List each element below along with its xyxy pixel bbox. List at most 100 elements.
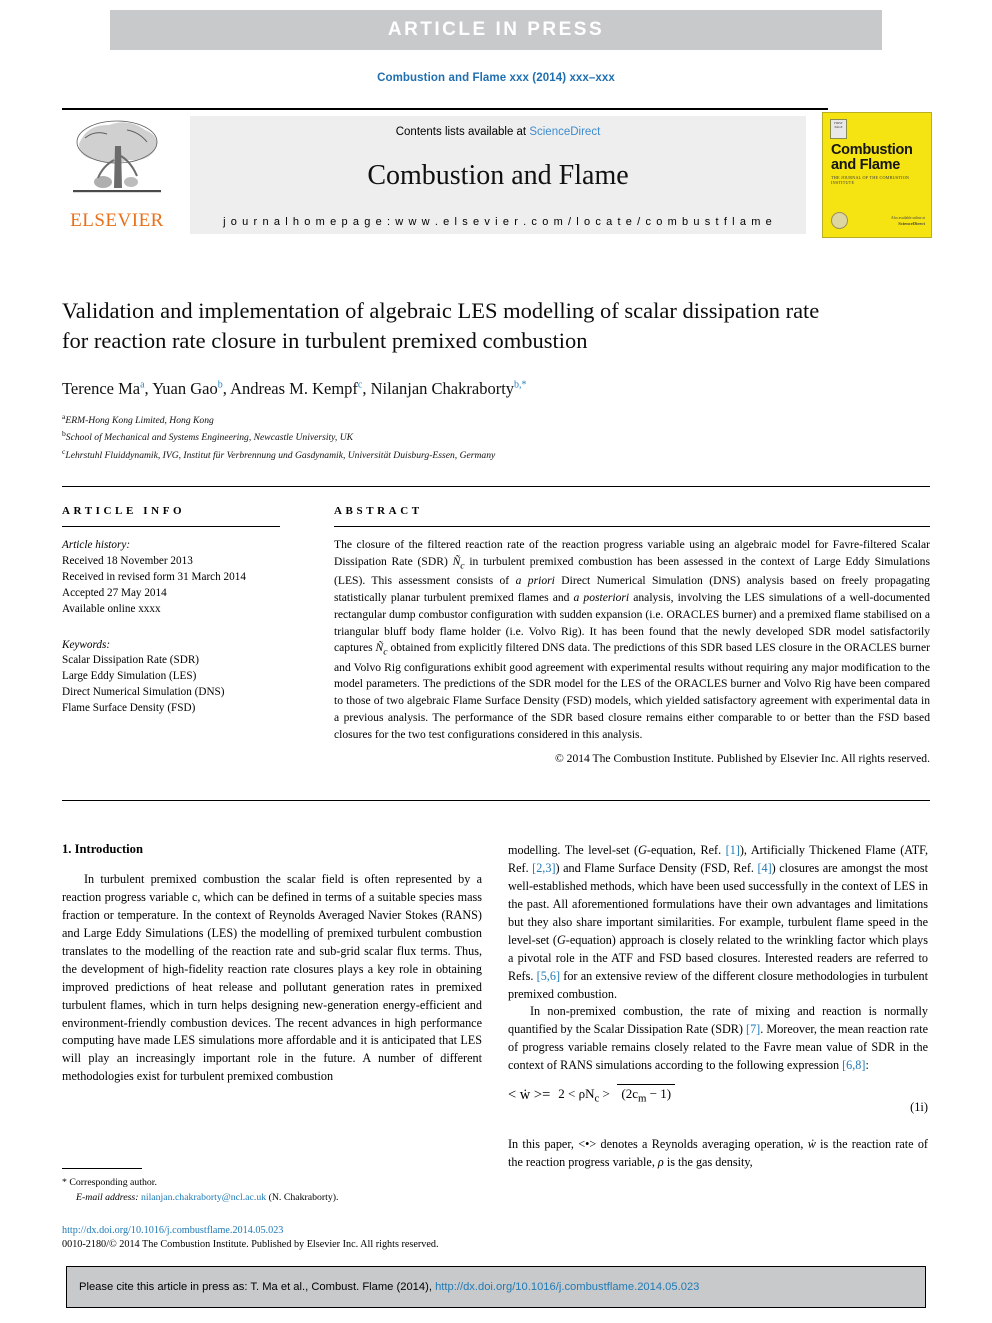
history-item: Received in revised form 31 March 2014 bbox=[62, 570, 246, 583]
author-affiliation-mark: a bbox=[140, 379, 145, 391]
affiliation-list: aERM-Hong Kong Limited, Hong Kong bSchoo… bbox=[62, 411, 842, 464]
intro-paragraph-1: In turbulent premixed combustion the sca… bbox=[62, 872, 482, 1084]
cite-doi-link[interactable]: http://dx.doi.org/10.1016/j.combustflame… bbox=[435, 1281, 699, 1293]
email-suffix: (N. Chakraborty). bbox=[268, 1191, 339, 1203]
keyword-item: Scalar Dissipation Rate (SDR) bbox=[62, 654, 200, 667]
journal-homepage[interactable]: j o u r n a l h o m e p a g e : w w w . … bbox=[190, 216, 806, 228]
author-name: Yuan Gao bbox=[152, 379, 218, 399]
abstract-rule bbox=[334, 526, 930, 527]
cite-this-article-box: Please cite this article in press as: T.… bbox=[66, 1266, 926, 1308]
running-head: Combustion and Flame xxx (2014) xxx–xxx bbox=[377, 72, 615, 84]
email-line: E-mail address: nilanjan.chakraborty@ncl… bbox=[62, 1191, 482, 1206]
author-list: Terence Maa, Yuan Gaob, Andreas M. Kempf… bbox=[62, 379, 527, 399]
history-item: Received 18 November 2013 bbox=[62, 554, 193, 567]
author-name: Terence Ma bbox=[62, 379, 141, 399]
keyword-item: Direct Numerical Simulation (DNS) bbox=[62, 686, 225, 699]
section-heading-introduction: 1. Introduction bbox=[62, 842, 143, 856]
cover-badge: FIRST PAGE bbox=[830, 119, 847, 139]
abstract-heading: ABSTRACT bbox=[334, 505, 423, 517]
history-item: Available online xxxx bbox=[62, 602, 161, 615]
contents-line: Contents lists available at ScienceDirec… bbox=[190, 116, 806, 138]
history-item: Accepted 27 May 2014 bbox=[62, 586, 167, 599]
footnote-block: * Corresponding author. E-mail address: … bbox=[62, 1176, 482, 1205]
keyword-item: Flame Surface Density (FSD) bbox=[62, 702, 196, 715]
right-paragraph-2: In non-premixed combustion, the rate of … bbox=[508, 1004, 928, 1073]
citation-ref[interactable]: [2,3] bbox=[532, 861, 555, 875]
info-section-top-rule bbox=[62, 486, 930, 487]
article-info-section: ARTICLE INFO Article history: Received 1… bbox=[62, 505, 280, 717]
equation-fraction: 2 < ρNc > (2cm − 1) bbox=[554, 1084, 676, 1105]
author-name: Nilanjan Chakraborty bbox=[370, 379, 515, 399]
abstract-bottom-rule bbox=[62, 800, 930, 801]
affiliation-item: aERM-Hong Kong Limited, Hong Kong bbox=[62, 411, 842, 429]
affiliation-text: Lehrstuhl Fluiddynamik, IVG, Institut fü… bbox=[65, 450, 496, 462]
email-link[interactable]: nilanjan.chakraborty@ncl.ac.uk bbox=[141, 1192, 266, 1203]
equation-denominator-tail: − 1) bbox=[646, 1086, 672, 1102]
elsevier-logo: ELSEVIER bbox=[62, 116, 172, 234]
corresponding-author-marker: * bbox=[62, 1177, 67, 1188]
equation-expression: < ẇ >= 2 < ρNc > (2cm − 1) bbox=[508, 1084, 676, 1105]
cite-prefix: Please cite this article in press as: T.… bbox=[79, 1281, 436, 1293]
sciencedirect-link[interactable]: ScienceDirect bbox=[529, 126, 600, 138]
abstract-copyright: © 2014 The Combustion Institute. Publish… bbox=[554, 751, 930, 765]
equation-numerator-main: 2 < ρN bbox=[558, 1086, 595, 1102]
author-item: Andreas M. Kempfc bbox=[230, 379, 362, 398]
abstract-section: ABSTRACT The closure of the filtered rea… bbox=[334, 505, 930, 765]
keywords-label: Keywords: bbox=[62, 638, 111, 651]
article-in-press-banner: ARTICLE IN PRESS bbox=[110, 10, 882, 50]
equation-numerator-tail: > bbox=[599, 1086, 610, 1102]
doi-link[interactable]: http://dx.doi.org/10.1016/j.combustflame… bbox=[62, 1224, 562, 1238]
author-affiliation-mark: b bbox=[217, 379, 223, 391]
author-name: Andreas M. Kempf bbox=[230, 379, 358, 399]
journal-cover-thumbnail: FIRST PAGE Combustion and Flame THE JOUR… bbox=[822, 112, 932, 238]
equation-denominator-main: (2c bbox=[621, 1086, 638, 1102]
cover-sd-name: ScienceDirect bbox=[898, 220, 925, 226]
author-affiliation-mark: c bbox=[357, 379, 363, 391]
affiliation-text: School of Mechanical and Systems Enginee… bbox=[65, 432, 354, 444]
keyword-item: Large Eddy Simulation (LES) bbox=[62, 670, 197, 683]
cover-sd-note: Also available online at bbox=[890, 215, 925, 220]
affiliation-item: bSchool of Mechanical and Systems Engine… bbox=[62, 428, 842, 446]
right-paragraph-1: modelling. The level-set (G-equation, Re… bbox=[508, 843, 929, 1001]
body-column-right: modelling. The level-set (G-equation, Re… bbox=[508, 842, 928, 1172]
article-info-rule bbox=[62, 526, 280, 527]
body-column-left: 1. Introduction In turbulent premixed co… bbox=[62, 842, 482, 1086]
corresponding-author-text: Corresponding author. bbox=[69, 1177, 157, 1188]
citation-ref[interactable]: [6,8] bbox=[842, 1058, 865, 1072]
cover-seal-icon bbox=[831, 212, 848, 229]
citation-ref[interactable]: [5,6] bbox=[537, 969, 560, 983]
right-paragraph-3: In this paper, <•> denotes a Reynolds av… bbox=[508, 1137, 928, 1170]
citation-ref[interactable]: [7] bbox=[746, 1022, 760, 1036]
masthead-top-rule bbox=[62, 108, 828, 110]
title-block: Validation and implementation of algebra… bbox=[62, 296, 842, 464]
doi-block: http://dx.doi.org/10.1016/j.combustflame… bbox=[62, 1224, 562, 1253]
contents-prefix: Contents lists available at bbox=[395, 126, 530, 138]
abstract-text: The closure of the filtered reaction rat… bbox=[334, 538, 931, 741]
affiliation-item: cLehrstuhl Fluiddynamik, IVG, Institut f… bbox=[62, 446, 842, 464]
cover-subtitle: THE JOURNAL OF THE COMBUSTION INSTITUTE bbox=[831, 175, 910, 185]
author-affiliation-mark: b,* bbox=[514, 379, 527, 391]
issn-copyright-line: 0010-2180/© 2014 The Combustion Institut… bbox=[62, 1239, 439, 1251]
elsevier-wordmark: ELSEVIER bbox=[70, 210, 164, 231]
affiliation-text: ERM-Hong Kong Limited, Hong Kong bbox=[65, 414, 214, 426]
equation-number: (1i) bbox=[910, 1100, 928, 1115]
masthead-center-panel: Contents lists available at ScienceDirec… bbox=[190, 116, 806, 234]
keywords-block: Keywords: Scalar Dissipation Rate (SDR) … bbox=[62, 638, 280, 718]
page-title: Validation and implementation of algebra… bbox=[62, 298, 820, 354]
equation-numerator: 2 < ρNc > bbox=[554, 1086, 614, 1105]
elsevier-tree-icon bbox=[73, 120, 161, 193]
cite-this-article-text: Please cite this article in press as: T.… bbox=[67, 1281, 699, 1293]
citation-ref[interactable]: [1] bbox=[726, 843, 740, 857]
article-history-block: Article history: Received 18 November 20… bbox=[62, 538, 280, 618]
journal-masthead: ELSEVIER Contents lists available at Sci… bbox=[62, 108, 932, 238]
author-item: Terence Maa bbox=[62, 379, 145, 398]
author-item: Nilanjan Chakrabortyb,* bbox=[371, 379, 527, 398]
footnote-rule bbox=[62, 1168, 142, 1169]
corresponding-author-line: * Corresponding author. bbox=[62, 1176, 482, 1191]
email-label: E-mail address: bbox=[76, 1191, 139, 1203]
citation-ref[interactable]: [4] bbox=[757, 861, 771, 875]
article-in-press-label: ARTICLE IN PRESS bbox=[387, 19, 605, 40]
journal-title: Combustion and Flame bbox=[367, 160, 629, 191]
author-item: Yuan Gaob bbox=[152, 379, 223, 398]
article-info-heading: ARTICLE INFO bbox=[62, 505, 186, 517]
